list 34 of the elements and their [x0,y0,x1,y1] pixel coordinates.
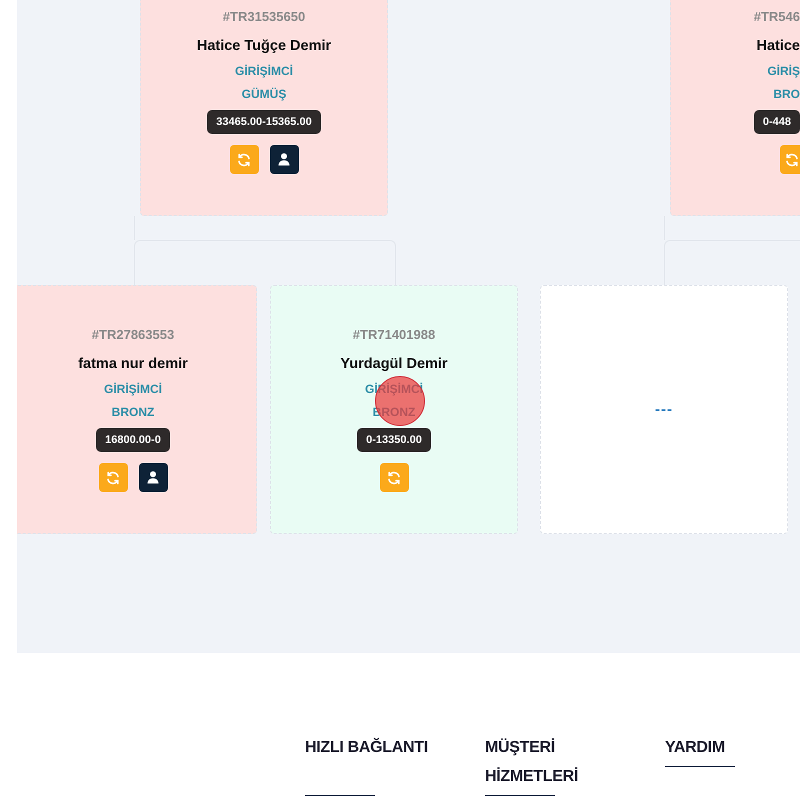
person-icon [278,153,290,166]
refresh-icon [386,470,402,486]
member-name: Hatice [756,37,800,55]
member-rank: GÜMÜŞ [242,87,286,101]
refresh-button[interactable] [780,145,800,174]
footer-heading: HIZLI BAĞLANTI [305,736,428,758]
member-name: Yurdagül Demir [340,355,448,373]
person-icon [147,471,159,484]
profile-button[interactable] [138,463,168,492]
member-role: GİRİŞİMCİ [234,64,293,78]
balance-badge: 16800.00-0 [96,428,170,452]
refresh-button[interactable] [230,145,258,174]
balance-badge: 0-13350.00 [357,428,431,452]
balance-badge: 0-448 [754,110,800,134]
member-id: #TR546 [754,9,800,25]
refresh-button[interactable] [380,463,408,492]
profile-button[interactable] [270,145,298,174]
member-role: GİRİŞİMCİ [104,382,162,396]
member-name: fatma nur demir [78,355,188,373]
refresh-button[interactable] [98,463,128,492]
member-id: #TR31535650 [222,9,306,25]
refresh-icon [105,470,121,486]
balance-badge: 33465.00-15365.00 [207,110,321,134]
member-rank: BRO [773,87,800,101]
refresh-icon [236,152,252,168]
member-id: #TR27863553 [92,327,174,343]
refresh-icon [784,152,800,168]
member-id: #TR71401988 [352,327,436,343]
empty-slot-text: --- [655,401,673,418]
member-role: GİRİŞ [767,64,800,78]
footer-heading: YARDIM [665,738,725,758]
footer-heading: MÜŞTERİ HİZMETLERİ [485,737,579,787]
member-rank: BRONZ [112,405,154,419]
member-name: Hatice Tuğçe Demir [196,37,332,55]
